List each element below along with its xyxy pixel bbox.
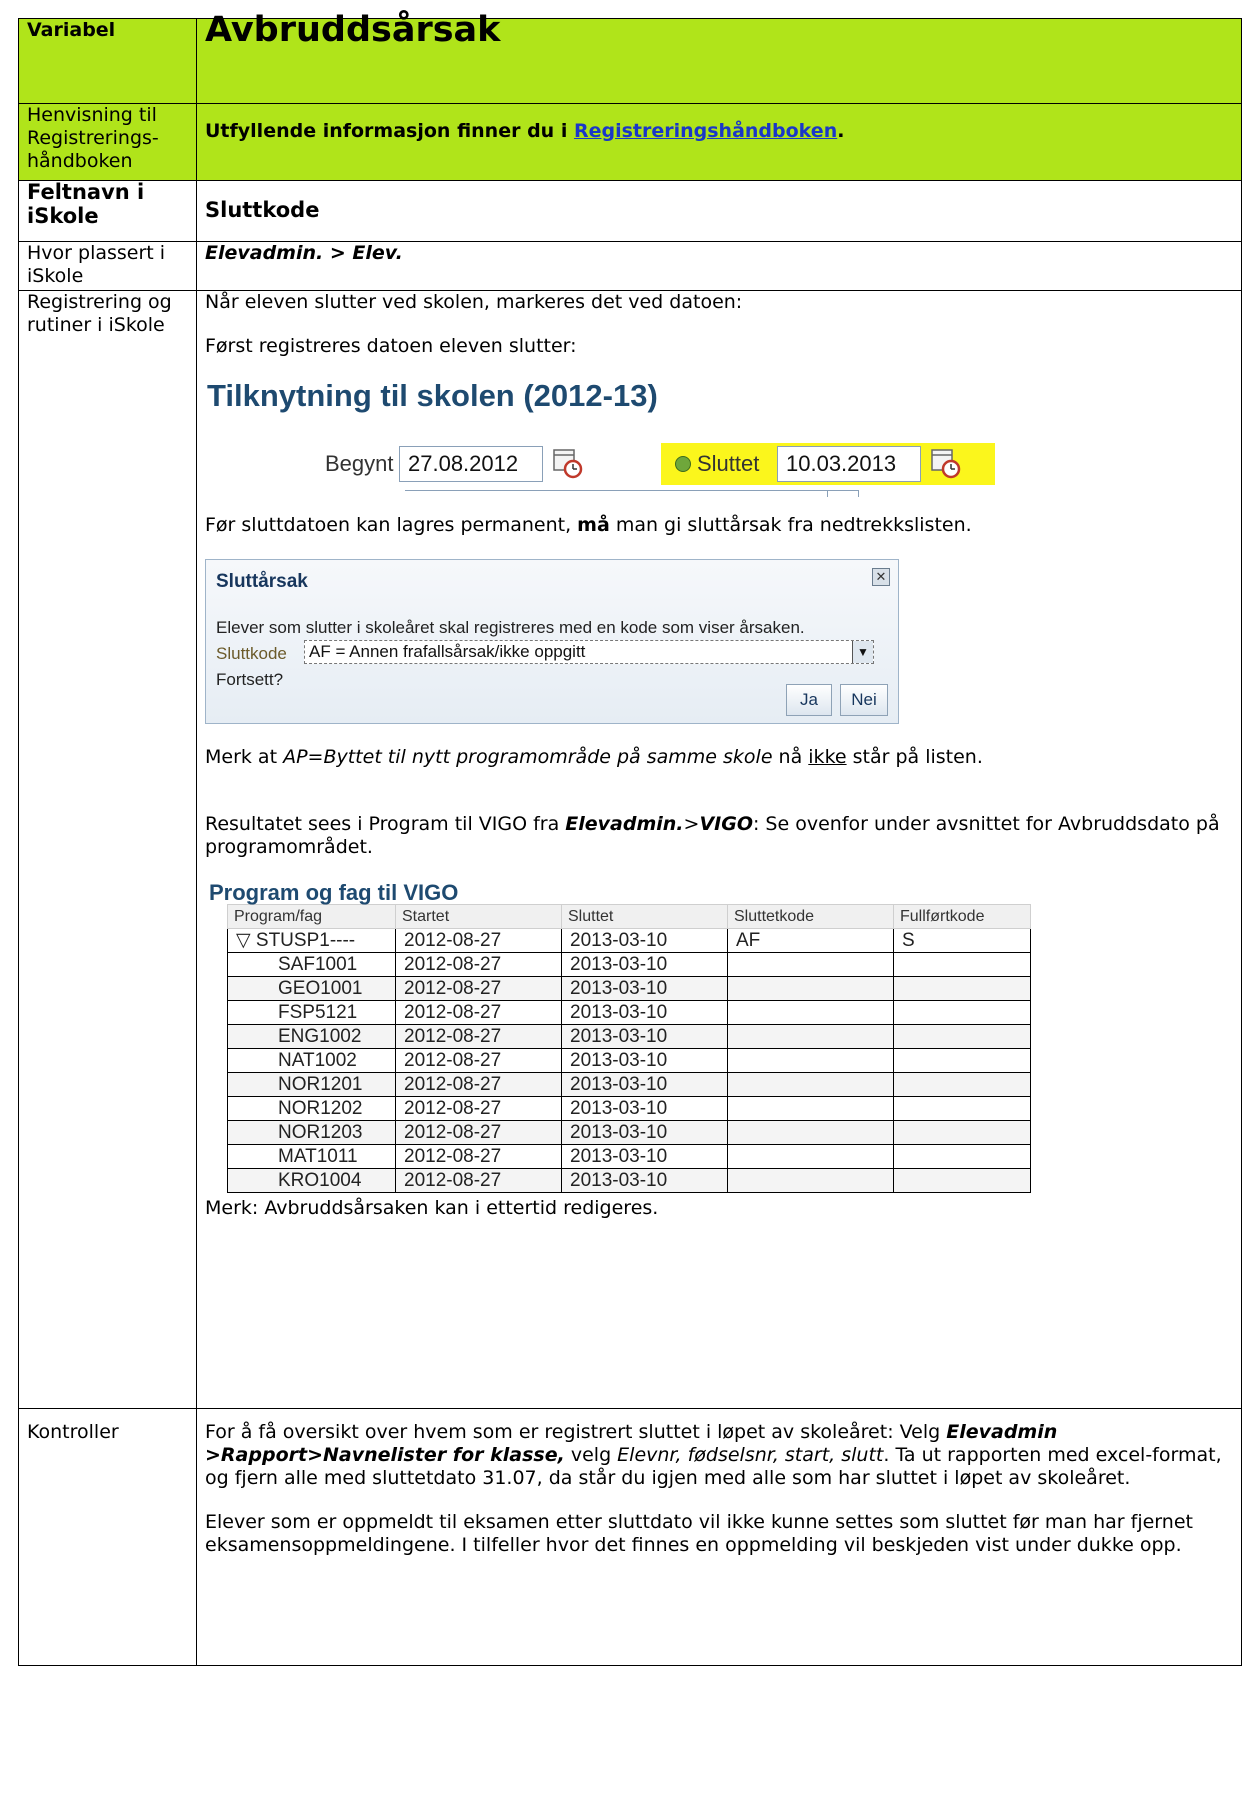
controls-content: For å få oversikt over hvem som er regis… — [196, 1408, 1242, 1666]
column-header[interactable]: Startet — [395, 904, 562, 929]
enrollment-heading: Tilknytning til skolen (2012-13) — [207, 378, 658, 413]
table-row[interactable]: KRO1004 2012-08-27 2013-03-10 — [227, 1168, 1031, 1193]
table-row[interactable]: ▽ STUSP1---- 2012-08-27 2013-03-10 AF S — [227, 928, 1031, 953]
handbook-link[interactable]: Registreringshåndboken — [574, 120, 837, 142]
dialog-message: Elever som slutter i skoleåret skal regi… — [216, 618, 805, 637]
registration-row: Registrering og rutiner i iSkole Når ele… — [18, 290, 1242, 1409]
calendar-clock-icon[interactable] — [551, 446, 585, 480]
location-row: Hvor plassert i iSkole Elevadmin. > Elev… — [18, 241, 1242, 291]
reference-text: Utfyllende informasjon finner du i Regis… — [205, 120, 845, 142]
fieldname-row: Feltnavn i iSkole Sluttkode — [18, 180, 1242, 242]
chevron-down-icon[interactable]: ▼ — [852, 641, 873, 663]
sluttkode-label: Sluttkode — [216, 644, 287, 663]
vigo-header-row: Program/fag Startet Sluttet Sluttetkode … — [227, 904, 1031, 929]
begynt-label: Begynt — [325, 451, 394, 476]
reference-row: Henvisning til Registrerings-håndboken U… — [18, 103, 1242, 181]
table-row[interactable]: ENG1002 2012-08-27 2013-03-10 — [227, 1024, 1031, 1049]
registration-p6: Merk: Avbruddsårsaken kan i ettertid red… — [205, 1197, 659, 1219]
status-dot-icon — [675, 456, 691, 472]
sluttkode-select[interactable]: AF = Annen frafallsårsak/ikke oppgitt ▼ — [304, 640, 874, 664]
table-row[interactable]: NOR1202 2012-08-27 2013-03-10 — [227, 1096, 1031, 1121]
table-row[interactable]: MAT1011 2012-08-27 2013-03-10 — [227, 1144, 1031, 1169]
location-value: Elevadmin. > Elev. — [205, 242, 403, 264]
vigo-screenshot: Program og fag til VIGO Program/fag Star… — [205, 881, 1035, 1193]
table-row[interactable]: NOR1201 2012-08-27 2013-03-10 — [227, 1072, 1031, 1097]
reference-label: Henvisning til Registrerings-håndboken — [18, 103, 197, 181]
cropped-field-edge — [405, 490, 857, 497]
table-row[interactable]: GEO1001 2012-08-27 2013-03-10 — [227, 976, 1031, 1001]
begynt-date-field[interactable]: 27.08.2012 — [399, 446, 543, 482]
controls-p1: For å få oversikt over hvem som er regis… — [205, 1421, 1222, 1489]
sluttarsak-dialog: Sluttårsak ✕ Elever som slutter i skoleå… — [205, 559, 899, 724]
calendar-clock-icon[interactable] — [929, 446, 963, 480]
location-label: Hvor plassert i iSkole — [18, 241, 197, 291]
variable-label-cell: Variabel — [18, 18, 197, 104]
sluttet-date-field[interactable]: 10.03.2013 — [777, 446, 921, 482]
fieldname-label: Feltnavn i iSkole — [27, 180, 145, 228]
header-row: Variabel Avbruddsårsak — [18, 13, 1242, 104]
table-row[interactable]: SAF1001 2012-08-27 2013-03-10 — [227, 952, 1031, 977]
collapse-triangle-icon[interactable]: ▽ — [236, 930, 251, 951]
column-header[interactable]: Fullførtkode — [893, 904, 1031, 929]
no-button[interactable]: Nei — [840, 684, 888, 716]
controls-row: Kontroller For å få oversikt over hvem s… — [18, 1408, 1242, 1666]
fieldname-value: Sluttkode — [205, 198, 320, 222]
yes-button[interactable]: Ja — [786, 684, 832, 716]
vigo-title: Program og fag til VIGO — [209, 880, 459, 905]
variable-title-cell: Avbruddsårsak — [196, 13, 1242, 104]
registration-p2: Først registreres datoen eleven slutter: — [205, 335, 577, 357]
registration-p4: Merk at AP=Byttet til nytt programområde… — [205, 746, 983, 768]
column-header[interactable]: Sluttet — [561, 904, 728, 929]
vigo-table: Program/fag Startet Sluttet Sluttetkode … — [227, 904, 1031, 1193]
close-icon[interactable]: ✕ — [872, 568, 890, 586]
variable-table: Variabel Avbruddsårsak Henvisning til Re… — [18, 13, 1242, 1666]
table-row[interactable]: NAT1002 2012-08-27 2013-03-10 — [227, 1048, 1031, 1073]
controls-label: Kontroller — [18, 1408, 197, 1666]
table-row[interactable]: FSP5121 2012-08-27 2013-03-10 — [227, 1000, 1031, 1025]
registration-p3: Før sluttdatoen kan lagres permanent, må… — [205, 514, 972, 536]
controls-p2: Elever som er oppmeldt til eksamen etter… — [205, 1511, 1193, 1556]
sluttkode-selected: AF = Annen frafallsårsak/ikke oppgitt — [309, 642, 586, 661]
registration-p1: Når eleven slutter ved skolen, markeres … — [205, 291, 743, 313]
variable-label: Variabel — [27, 19, 116, 41]
table-row[interactable]: NOR1203 2012-08-27 2013-03-10 — [227, 1120, 1031, 1145]
cropped-button-edge — [827, 490, 859, 497]
dialog-question: Fortsett? — [216, 670, 284, 689]
variable-title: Avbruddsårsak — [205, 10, 501, 50]
document-page: Variabel Avbruddsårsak Henvisning til Re… — [0, 0, 1260, 1798]
registration-p5: Resultatet sees i Program til VIGO fra E… — [205, 813, 1220, 858]
dialog-title: Sluttårsak — [216, 571, 308, 592]
enrollment-screenshot: Tilknytning til skolen (2012-13) Begynt … — [205, 378, 995, 497]
registration-content: Når eleven slutter ved skolen, markeres … — [196, 290, 1242, 1409]
column-header[interactable]: Sluttetkode — [727, 904, 894, 929]
column-header[interactable]: Program/fag — [227, 904, 396, 929]
sluttet-label: Sluttet — [697, 451, 760, 476]
registration-label: Registrering og rutiner i iSkole — [18, 290, 197, 1409]
